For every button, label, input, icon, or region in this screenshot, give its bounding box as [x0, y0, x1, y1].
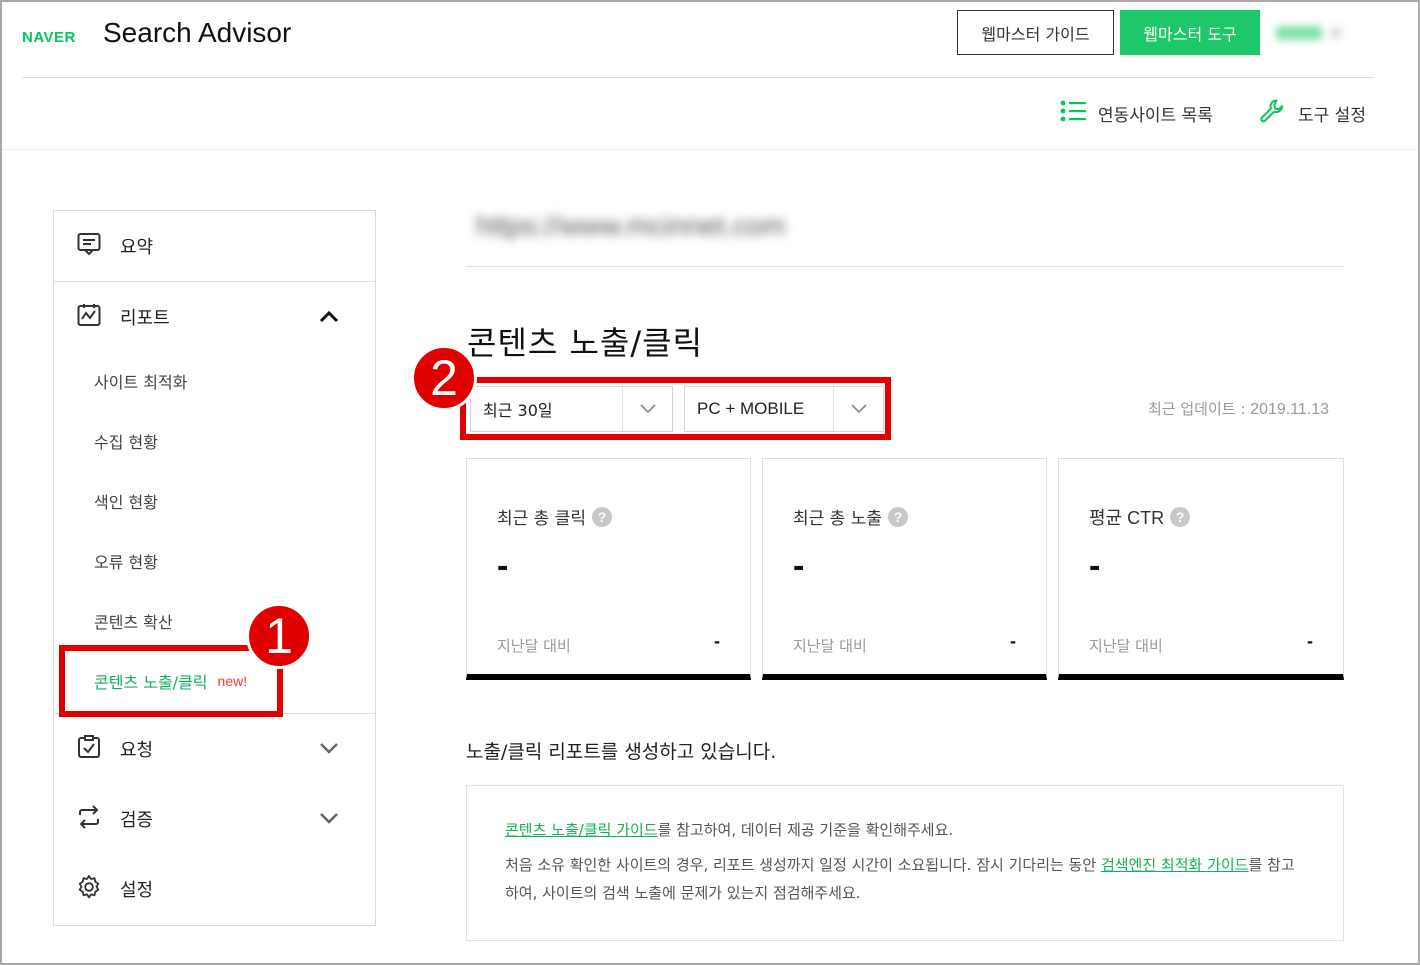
sidebar-item-label: 요청 [120, 740, 154, 761]
last-updated: 최근 업데이트 : 2019.11.13 [1148, 398, 1329, 419]
seo-guide-link[interactable]: 검색엔진 최적화 가이드 [1101, 856, 1249, 874]
sync-arrows-icon [76, 804, 102, 835]
chevron-down-icon[interactable] [319, 739, 339, 760]
sidebar-item-request[interactable]: 요청 [54, 714, 375, 784]
metric-value: - [793, 547, 805, 585]
report-generating-message: 노출/클릭 리포트를 생성하고 있습니다. [466, 741, 777, 763]
clipboard-check-icon [76, 734, 102, 765]
metric-value: - [1089, 547, 1101, 585]
notice-line-2: 처음 소유 확인한 사이트의 경우, 리포트 생성까지 일정 시간이 소요됩니다… [505, 851, 1305, 907]
summary-icon [76, 231, 102, 262]
highlight-box-2 [460, 377, 891, 440]
step-badge-2: 2 [411, 345, 477, 411]
notice-line-1: 콘텐츠 노출/클릭 가이드를 참고하여, 데이터 제공 기준을 확인해주세요. [505, 816, 1305, 844]
compare-label: 지난달 대비 [1089, 637, 1163, 655]
highlight-box-1 [59, 645, 283, 717]
metric-label-text: 최근 총 클릭 [497, 509, 587, 529]
webmaster-guide-button[interactable]: 웹마스터 가이드 [957, 10, 1114, 55]
metric-label: 최근 총 클릭 ? [497, 504, 613, 529]
metric-card-total-clicks: 최근 총 클릭 ? - 지난달 대비 - [466, 458, 751, 680]
sidebar-item-verify[interactable]: 검증 [54, 784, 375, 854]
compare-label: 지난달 대비 [793, 637, 867, 655]
wrench-icon [1258, 97, 1286, 130]
sidebar-item-label: 검증 [120, 810, 154, 831]
sidebar-subitem-index-status[interactable]: 색인 현황 [94, 486, 158, 516]
compare-value: - [1010, 631, 1016, 651]
webmaster-tool-button[interactable]: 웹마스터 도구 [1120, 10, 1260, 55]
help-icon[interactable]: ? [1170, 507, 1191, 527]
metric-label: 평균 CTR ? [1089, 504, 1191, 530]
list-icon [1060, 99, 1086, 128]
sidebar-subitem-error-status[interactable]: 오류 현황 [94, 546, 158, 576]
user-name-blurred [1276, 26, 1322, 40]
sidebar-item-settings[interactable]: 설정 [54, 854, 375, 924]
content-exposure-guide-link[interactable]: 콘텐츠 노출/클릭 가이드 [505, 821, 658, 839]
compare-label: 지난달 대비 [497, 637, 571, 655]
chevron-down-icon[interactable] [319, 809, 339, 830]
header: NAVER Search Advisor 웹마스터 가이드 웹마스터 도구 연동… [0, 0, 1420, 150]
site-url-blurred: https://www.mcinnet.com [476, 210, 786, 241]
sidebar-item-label: 설정 [120, 880, 154, 901]
notice-text: 처음 소유 확인한 사이트의 경우, 리포트 생성까지 일정 시간이 소요됩니다… [505, 856, 1101, 874]
sidebar-subitem-content-spread[interactable]: 콘텐츠 확산 [94, 606, 173, 636]
metric-value: - [497, 547, 509, 585]
main-divider [466, 266, 1344, 267]
metric-label-text: 최근 총 노출 [793, 509, 883, 529]
last-updated-label: 최근 업데이트 : [1148, 400, 1251, 418]
app-title[interactable]: Search Advisor [103, 17, 291, 49]
metric-card-average-ctr: 평균 CTR ? - 지난달 대비 - [1058, 458, 1344, 680]
user-account-menu[interactable] [1276, 22, 1350, 44]
sidebar-subitem-site-optimization[interactable]: 사이트 최적화 [94, 366, 187, 396]
compare-value: - [714, 631, 720, 651]
sidebar-item-label: 리포트 [120, 308, 170, 329]
linked-sites-link[interactable]: 연동사이트 목록 [1060, 98, 1213, 128]
metric-label: 최근 총 노출 ? [793, 504, 909, 529]
metric-label-text: 평균 CTR [1089, 508, 1165, 528]
last-updated-date: 2019.11.13 [1250, 401, 1330, 418]
sidebar-item-summary[interactable]: 요약 [54, 211, 375, 281]
help-icon[interactable]: ? [592, 506, 613, 527]
help-icon[interactable]: ? [888, 506, 909, 527]
tool-settings-label: 도구 설정 [1298, 105, 1366, 126]
header-divider [22, 77, 1374, 78]
sidebar-item-report[interactable]: 리포트 [54, 282, 375, 352]
tool-settings-link[interactable]: 도구 설정 [1258, 98, 1366, 128]
linked-sites-label: 연동사이트 목록 [1098, 105, 1213, 126]
notice-text: 를 참고하여, 데이터 제공 기준을 확인해주세요. [657, 821, 954, 839]
gear-icon [76, 874, 102, 905]
user-avatar-blurred [1330, 27, 1342, 39]
compare-value: - [1307, 631, 1313, 651]
report-icon [76, 302, 102, 333]
step-badge-1: 1 [246, 603, 312, 669]
notice-box: 콘텐츠 노출/클릭 가이드를 참고하여, 데이터 제공 기준을 확인해주세요. … [466, 785, 1344, 941]
sidebar-item-label: 요약 [120, 237, 154, 258]
sidebar-subitem-crawl-status[interactable]: 수집 현황 [94, 426, 158, 456]
sidebar: 요약 리포트 사이트 최적화 수집 현황 색인 현황 오류 현황 콘텐츠 확산 … [53, 210, 376, 926]
page-title: 콘텐츠 노출/클릭 [467, 324, 704, 362]
naver-logo[interactable]: NAVER [22, 29, 76, 46]
chevron-up-icon[interactable] [319, 307, 339, 328]
metric-card-total-impressions: 최근 총 노출 ? - 지난달 대비 - [762, 458, 1047, 680]
